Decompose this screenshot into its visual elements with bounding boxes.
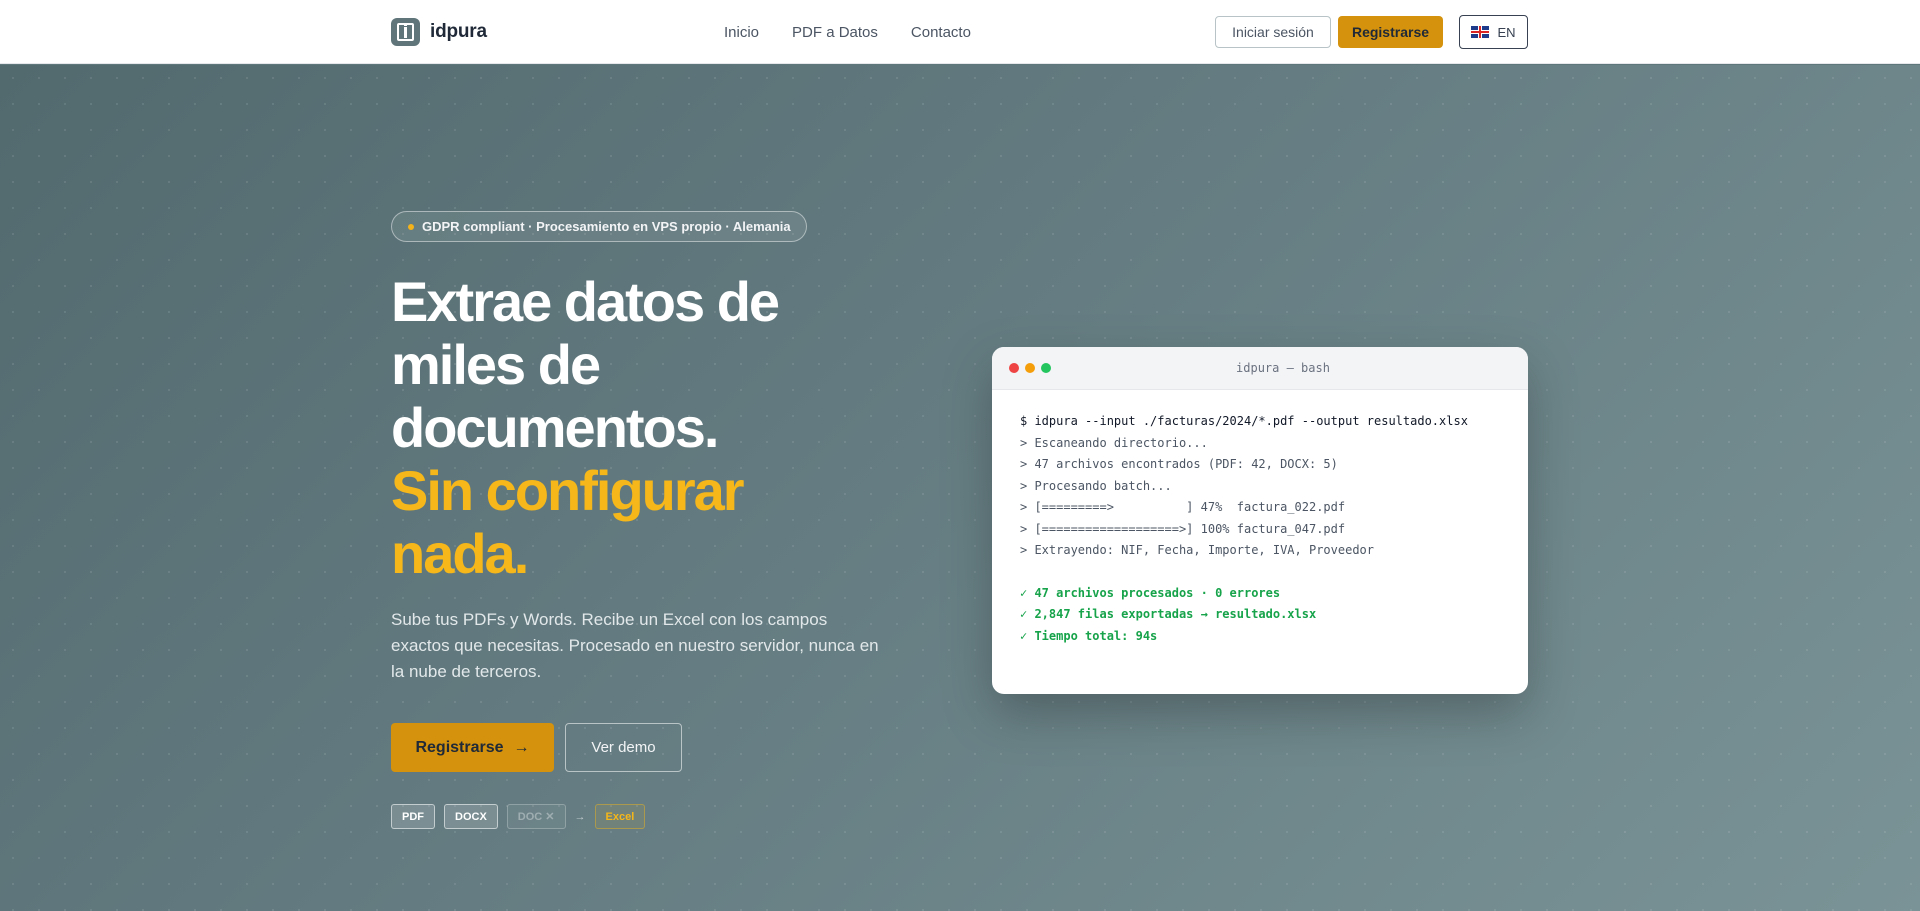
hero-title-line: Extrae datos de <box>391 270 780 333</box>
arrow-right-icon: → <box>513 738 530 756</box>
nav-link-pdf-a-datos[interactable]: PDF a Datos <box>792 24 878 41</box>
format-arrow-icon: → <box>574 810 586 823</box>
terminal-output: $ idpura --input ./facturas/2024/*.pdf -… <box>992 390 1528 647</box>
cta-label: Registrarse <box>415 738 504 756</box>
terminal-window: idpura — bash $ idpura --input ./factura… <box>992 347 1528 694</box>
terminal-result-line: ✓ 47 archivos procesados · 0 errores <box>1020 585 1281 600</box>
hero-title-line: miles de <box>391 333 601 396</box>
terminal-log-line: > [===================>] 100% factura_04… <box>1020 521 1346 536</box>
uk-flag-icon <box>1471 26 1490 38</box>
brand-name: idpura <box>430 21 487 42</box>
dot-pattern-background <box>0 65 1920 911</box>
nav-link-inicio[interactable]: Inicio <box>724 24 759 41</box>
terminal-log-line: > Extrayendo: NIF, Fecha, Importe, IVA, … <box>1020 543 1375 557</box>
demo-button[interactable]: Ver demo <box>565 723 682 772</box>
hero-section <box>0 65 1920 911</box>
hero-title-accent-line: nada. <box>391 522 529 585</box>
badge-text: GDPR compliant · Procesamiento en VPS pr… <box>422 219 791 234</box>
terminal-command: $ idpura --input ./facturas/2024/*.pdf -… <box>1020 414 1468 428</box>
format-badge-docx: DOCX <box>444 804 498 829</box>
terminal-title: idpura — bash <box>1236 361 1330 375</box>
login-button[interactable]: Iniciar sesión <box>1215 16 1331 48</box>
language-switch-button[interactable]: EN <box>1459 15 1528 49</box>
terminal-result-line: ✓ 2,847 filas exportadas → resultado.xls… <box>1020 607 1317 621</box>
badge-dot-icon <box>408 223 414 230</box>
hero-subtitle: Sube tus PDFs y Words. Recibe un Excel c… <box>391 610 879 681</box>
format-badge-excel: Excel <box>594 804 646 829</box>
gdpr-badge: GDPR compliant · Procesamiento en VPS pr… <box>391 211 807 242</box>
supported-formats: PDF DOCX DOC ✕ → Excel <box>391 804 646 829</box>
terminal-titlebar: idpura — bash <box>992 347 1528 390</box>
top-navbar: idpura Inicio PDF a Datos Contacto Inici… <box>0 0 1920 64</box>
hero-title: Extrae datos de miles de documentos. Sin… <box>391 270 911 585</box>
language-label: EN <box>1497 24 1516 40</box>
format-badge-pdf: PDF <box>391 804 435 829</box>
terminal-log-line: > Procesando batch... <box>1020 478 1172 493</box>
nav-links: Inicio PDF a Datos Contacto <box>724 0 971 64</box>
logo-icon <box>391 18 420 46</box>
terminal-log-line: > Escaneando directorio... <box>1020 435 1208 450</box>
nav-link-contacto[interactable]: Contacto <box>911 24 971 41</box>
register-button-nav[interactable]: Registrarse <box>1338 16 1443 48</box>
register-cta-button[interactable]: Registrarse → <box>391 723 554 772</box>
terminal-result-line: ✓ Tiempo total: 94s <box>1020 628 1158 643</box>
brand-logo[interactable]: idpura <box>391 18 487 46</box>
terminal-log-line: > 47 archivos encontrados (PDF: 42, DOCX… <box>1020 457 1338 471</box>
format-badge-doc-unsupported: DOC ✕ <box>506 804 566 829</box>
terminal-log-line: > [=========> ] 47% factura_022.pdf <box>1020 500 1346 514</box>
hero-title-accent-line: Sin configurar <box>391 459 745 522</box>
hero-title-line: documentos. <box>391 396 719 459</box>
